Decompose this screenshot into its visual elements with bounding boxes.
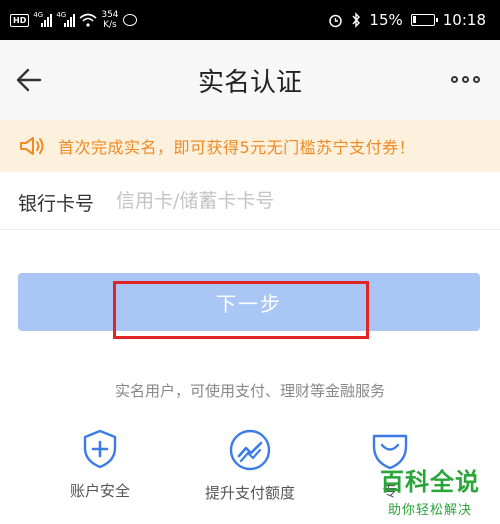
network-type-1: 4G bbox=[33, 11, 44, 19]
network-type-2: 4G bbox=[56, 11, 67, 19]
status-bar: HD 4G 4G 354 K/s 15% 10:18 bbox=[0, 0, 500, 40]
feature-raise-limit[interactable]: 提升支付额度 bbox=[180, 428, 320, 503]
next-step-button[interactable]: 下一步 bbox=[18, 273, 480, 331]
status-left: HD 4G 4G 354 K/s bbox=[10, 6, 137, 34]
speed-unit: K/s bbox=[103, 20, 117, 30]
card-number-input[interactable] bbox=[116, 185, 476, 217]
card-number-label: 银行卡号 bbox=[18, 193, 95, 215]
promo-text: 首次完成实名，即可获得5元无门槛苏宁支付券！ bbox=[58, 138, 416, 157]
clock: 10:18 bbox=[442, 11, 486, 29]
more-dot-icon bbox=[472, 75, 480, 83]
feature-label: 账户安全 bbox=[69, 482, 130, 500]
nav-bar: 实名认证 bbox=[0, 40, 500, 120]
more-dot-icon bbox=[461, 75, 469, 83]
watermark: 百科全说 助你轻松解决 bbox=[370, 462, 490, 518]
more-button[interactable] bbox=[450, 72, 480, 86]
battery-percent: 15% bbox=[369, 11, 403, 29]
feature-account-security[interactable]: 账户安全 bbox=[30, 428, 170, 501]
speed-up-icon bbox=[229, 429, 271, 471]
speaker-icon bbox=[20, 137, 44, 155]
shield-plus-icon bbox=[83, 429, 117, 469]
more-dot-icon bbox=[450, 75, 458, 83]
signal-icon: 4G bbox=[33, 11, 53, 27]
wechat-icon bbox=[122, 14, 137, 26]
page-title: 实名认证 bbox=[197, 68, 302, 98]
alarm-icon bbox=[329, 14, 343, 27]
bluetooth-icon bbox=[352, 12, 361, 28]
watermark-title: 百科全说 bbox=[380, 468, 480, 496]
status-right: 15% 10:18 bbox=[328, 10, 486, 30]
battery-icon bbox=[410, 14, 438, 26]
signal-icon-2: 4G bbox=[56, 11, 76, 27]
card-number-row: 银行卡号 bbox=[0, 172, 500, 230]
hd-badge: HD bbox=[10, 13, 30, 27]
feature-label: 提升支付额度 bbox=[204, 484, 295, 502]
wifi-icon bbox=[79, 13, 97, 27]
speed-value: 354 bbox=[101, 10, 119, 20]
network-speed: 354 K/s bbox=[101, 10, 118, 30]
promo-notice[interactable]: 首次完成实名，即可获得5元无门槛苏宁支付券！ bbox=[0, 120, 500, 172]
watermark-subtitle: 助你轻松解决 bbox=[387, 503, 472, 518]
service-hint: 实名用户，可使用支付、理财等金融服务 bbox=[114, 382, 385, 400]
